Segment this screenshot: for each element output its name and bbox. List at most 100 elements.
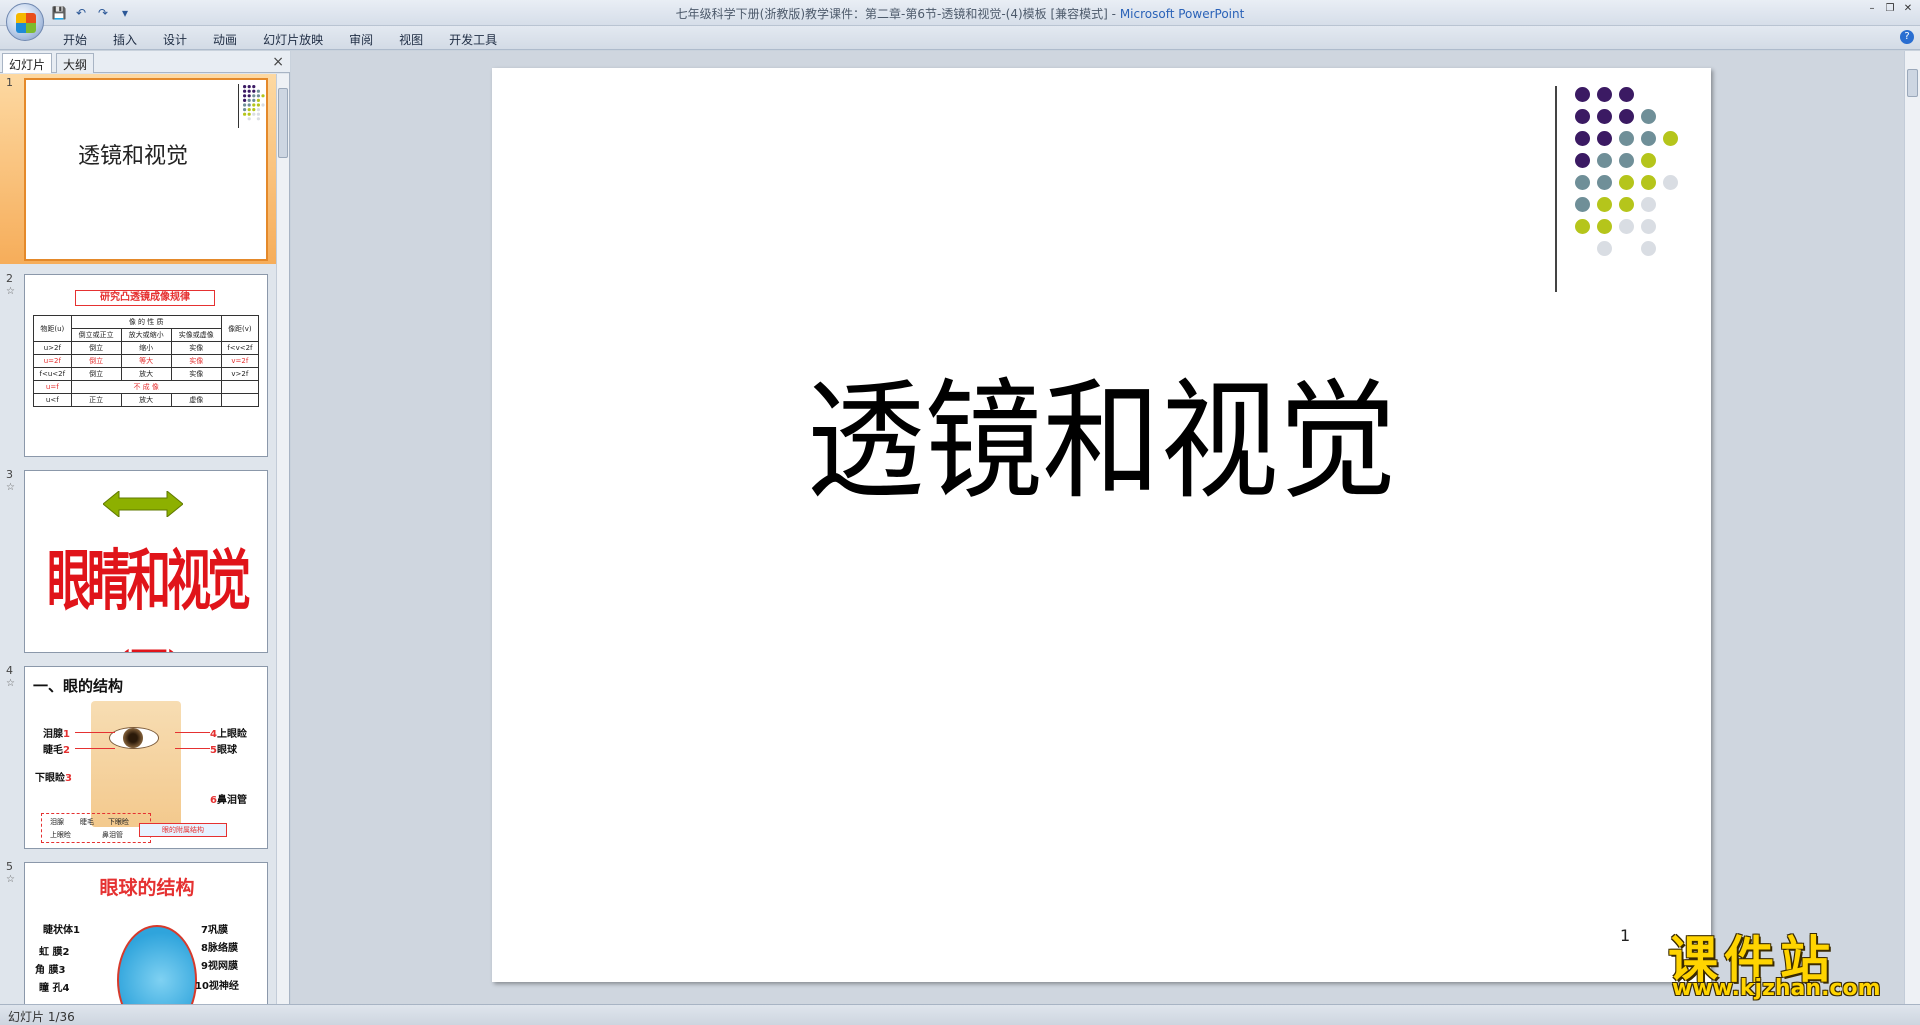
decor-dot [1641, 153, 1656, 168]
eyeball-label: 9视网膜 [201, 961, 238, 972]
scroll-thumb[interactable] [1907, 69, 1918, 97]
minimize-icon[interactable]: – [1864, 2, 1880, 16]
thumb-heading: 研究凸透镜成像规律 [75, 290, 215, 306]
decor-dot [1597, 241, 1612, 256]
decor-dot [1663, 175, 1678, 190]
slide-number: 2 [6, 272, 13, 285]
list-item: 上眼睑 [50, 831, 71, 839]
decor-dot [256, 112, 260, 116]
pointer-line [75, 732, 115, 733]
decor-dot [1597, 109, 1612, 124]
eye-label: 泪腺1 [43, 729, 70, 740]
tab-insert[interactable]: 插入 [100, 29, 150, 49]
table-cell: 实像 [170, 341, 222, 355]
eyeball-label: 8脉络膜 [201, 943, 238, 954]
decor-dot [1575, 109, 1590, 124]
tab-animations[interactable]: 动画 [200, 29, 250, 49]
office-button[interactable] [6, 3, 44, 41]
decor-dot [252, 89, 256, 93]
close-icon[interactable]: × [272, 54, 284, 70]
tab-review[interactable]: 审阅 [336, 29, 386, 49]
decor-dot [252, 103, 256, 107]
close-icon[interactable]: ✕ [1900, 2, 1916, 16]
table-cell: v=2f [220, 354, 260, 368]
table-cell: f<u<2f [33, 367, 72, 381]
thumbnail-canvas: 透镜和视觉 [24, 78, 268, 261]
tab-design[interactable]: 设计 [150, 29, 200, 49]
table-cell: 虚像 [170, 393, 222, 407]
decor-dot [1619, 219, 1634, 234]
slide-thumbnail-4[interactable]: 4 ☆ 一、眼的结构 泪腺1 睫毛2 下眼睑3 4上眼睑 5眼球 6鼻泪管 泪腺 [0, 662, 276, 852]
slide-title[interactable]: 透镜和视觉 [492, 335, 1711, 523]
decor-line [238, 84, 239, 128]
thumbnails-scrollbar[interactable] [276, 74, 289, 1004]
decor-dot [256, 108, 260, 112]
slide-thumbnail-3[interactable]: 3 ☆ 眼睛和视觉(三) [0, 466, 276, 656]
tab-view[interactable]: 视图 [386, 29, 436, 49]
decor-dot [247, 94, 251, 98]
eyeball-label: 虹 膜2 [39, 947, 70, 958]
window-title: 七年级科学下册(浙教版)教学课件：第二章-第6节-透镜和视觉-(4)模板 [兼容… [675, 7, 1245, 21]
tab-developer[interactable]: 开发工具 [436, 29, 510, 49]
list-item: 泪腺 [50, 818, 64, 826]
pointer-line [75, 748, 115, 749]
thumbnail-canvas: 眼睛和视觉(三) [24, 470, 268, 653]
eye-label: 4上眼睑 [210, 729, 247, 740]
table-cell: 实像 [170, 367, 222, 381]
table-cell: 实像 [170, 354, 222, 368]
decor-dot [1575, 175, 1590, 190]
table-cell: 倒立 [70, 367, 122, 381]
table-cell: 放大 [120, 393, 172, 407]
eye-label: 下眼睑3 [35, 773, 72, 784]
table-cell: 放大或缩小 [120, 328, 172, 342]
decor-dot [1619, 153, 1634, 168]
table-cell: u>2f [33, 341, 72, 355]
double-arrow-icon [103, 491, 183, 517]
table-cell: 放大 [120, 367, 172, 381]
slide-number: 4 [6, 664, 13, 677]
slide-number: 3 [6, 468, 13, 481]
tab-slide-show[interactable]: 幻灯片放映 [250, 29, 336, 49]
table-cell: 像 的 性 质 [70, 315, 222, 329]
current-slide[interactable]: 透镜和视觉 1 [492, 68, 1711, 982]
structure-list: 泪腺 睫毛 下眼睑 上眼睑 鼻泪管 [41, 813, 151, 843]
tab-outline[interactable]: 大纲 [56, 53, 95, 73]
tab-home[interactable]: 开始 [50, 29, 100, 49]
table-cell: f<v<2f [220, 341, 260, 355]
table-cell: v>2f [220, 367, 260, 381]
office-logo-icon [16, 13, 36, 33]
thumb-title: 眼睛和视觉(三) [47, 543, 251, 653]
eyeball-illustration [117, 925, 197, 1004]
decor-dot [261, 103, 265, 107]
slide-thumbnail-5[interactable]: 5 ☆ 眼球的结构 睫状体1 虹 膜2 角 膜3 瞳 孔4 7巩膜 8脉络膜 9… [0, 858, 276, 1004]
table-cell [220, 393, 260, 407]
pointer-line [175, 732, 210, 733]
help-icon[interactable]: ? [1900, 30, 1914, 44]
scroll-thumb[interactable] [278, 88, 288, 158]
decor-dot [1575, 197, 1590, 212]
decor-dot [256, 94, 260, 98]
thumbnail-canvas: 一、眼的结构 泪腺1 睫毛2 下眼睑3 4上眼睑 5眼球 6鼻泪管 泪腺 睫毛 … [24, 666, 268, 849]
decor-dot [1597, 175, 1612, 190]
eye-label: 睫毛2 [43, 745, 70, 756]
tab-slides[interactable]: 幻灯片 [2, 53, 53, 73]
eyeball-label: 角 膜3 [35, 965, 66, 976]
decor-dot [252, 85, 256, 89]
decor-dot [1641, 109, 1656, 124]
decor-dot [1597, 153, 1612, 168]
eyeball-label: 睫状体1 [43, 925, 80, 936]
slide-thumbnail-1[interactable]: 1 透镜和视觉 [0, 74, 276, 264]
editor-scrollbar[interactable] [1904, 51, 1920, 1004]
decor-dot [1597, 219, 1612, 234]
thumbnail-canvas: 眼球的结构 睫状体1 虹 膜2 角 膜3 瞳 孔4 7巩膜 8脉络膜 9视网膜 … [24, 862, 268, 1004]
table-cell: 不 成 像 [70, 380, 222, 394]
restore-icon[interactable]: ❐ [1882, 2, 1898, 16]
animation-star-icon: ☆ [6, 286, 15, 297]
dot-pattern-icon [243, 85, 265, 121]
animation-star-icon: ☆ [6, 678, 15, 689]
slide-thumbnail-2[interactable]: 2 ☆ 研究凸透镜成像规律 物距(u) 像 的 性 质像距(v) 倒立或正立 放大或… [0, 270, 276, 460]
structure-caption: 眼的附属结构 [139, 823, 227, 837]
thumbnail-canvas: 研究凸透镜成像规律 物距(u) 像 的 性 质像距(v) 倒立或正立 放大或缩小 实像… [24, 274, 268, 457]
slide-counter: 幻灯片 1/36 [8, 1010, 75, 1024]
watermark-url: www.kjzhan.com [1672, 976, 1881, 1001]
